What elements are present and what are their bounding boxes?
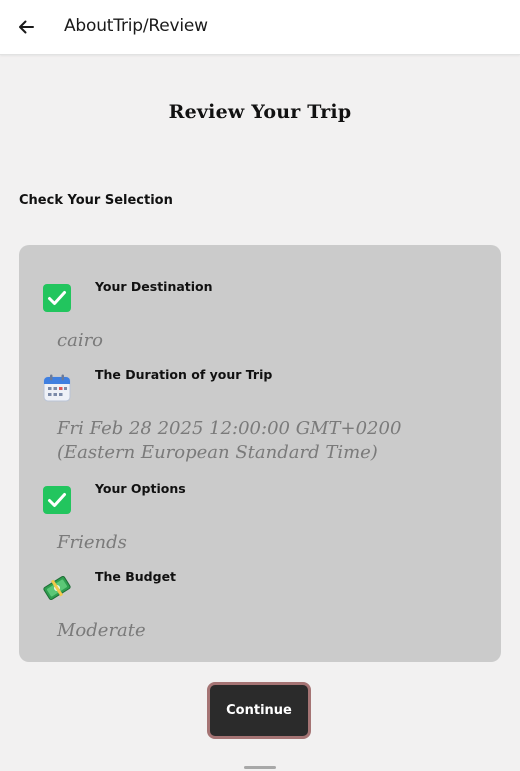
arrow-left-icon	[19, 20, 34, 34]
review-card: Your Destination cairo The Duration of y…	[19, 245, 501, 662]
top-app-bar: AboutTrip/Review	[0, 0, 520, 55]
money-icon	[43, 575, 71, 601]
check-box-icon	[43, 486, 71, 514]
section-label: Check Your Selection	[19, 193, 173, 208]
duration-title: The Duration of your Trip	[95, 367, 273, 382]
home-indicator	[244, 766, 276, 769]
budget-title: The Budget	[95, 569, 177, 584]
destination-value: cairo	[57, 330, 104, 351]
options-value: Friends	[57, 532, 127, 553]
back-button[interactable]	[12, 13, 40, 41]
app-title: AboutTrip/Review	[64, 16, 208, 36]
duration-value: Fri Feb 28 2025 12:00:00 GMT+0200 (Easte…	[57, 418, 402, 463]
page-title: Review Your Trip	[168, 101, 352, 123]
check-box-icon	[43, 284, 71, 312]
continue-button[interactable]: Continue	[207, 682, 311, 739]
calendar-icon	[43, 374, 71, 402]
options-title: Your Options	[95, 481, 186, 496]
destination-title: Your Destination	[95, 279, 213, 294]
budget-value: Moderate	[57, 620, 146, 641]
